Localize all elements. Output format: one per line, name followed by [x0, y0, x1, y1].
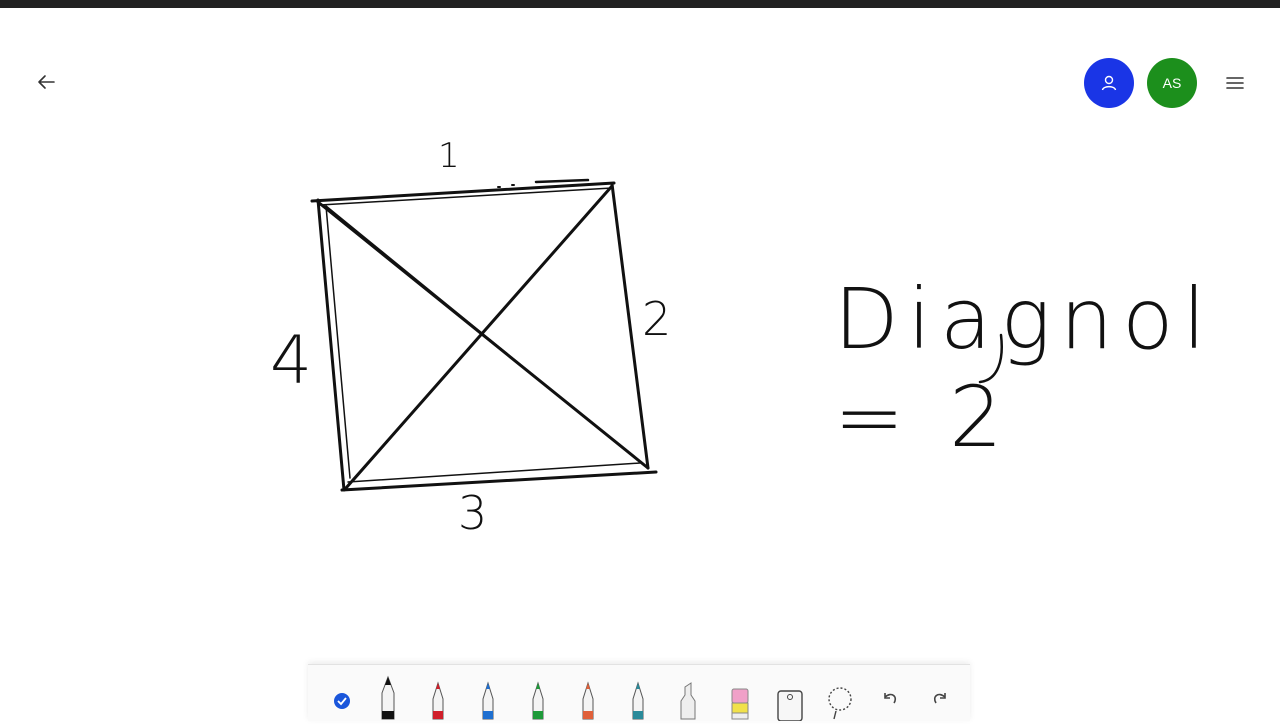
square-bottom-edge — [340, 470, 658, 492]
pen-icon — [424, 671, 452, 721]
tool-undo[interactable] — [870, 671, 910, 721]
pen-icon — [574, 671, 602, 721]
highlighter-icon — [674, 671, 702, 721]
diagonal-equation: Diagnol = 2 — [834, 270, 1215, 466]
pen-toolbar — [308, 664, 970, 722]
side-label-top: 1 — [438, 136, 460, 176]
tool-pen-red[interactable] — [418, 671, 458, 721]
lasso-icon — [826, 671, 854, 721]
undo-icon — [876, 671, 904, 721]
side-label-right: 2 — [642, 292, 672, 346]
square-left-edge — [316, 198, 346, 492]
tool-pen-rainbow[interactable] — [568, 671, 608, 721]
side-label-bottom: 3 — [458, 486, 488, 540]
pen-icon — [474, 671, 502, 721]
tool-highlighter[interactable] — [668, 671, 708, 721]
pen-icon — [374, 671, 402, 721]
tool-pen-green[interactable] — [518, 671, 558, 721]
tool-select-check[interactable] — [322, 671, 362, 721]
tool-pen-galaxy[interactable] — [618, 671, 658, 721]
eraser-icon — [726, 671, 754, 721]
side-label-left: 4 — [270, 322, 312, 399]
whiteboard-canvas[interactable]: 1 4 2 3 Diagnol = 2 — [0, 0, 1280, 720]
ruler-icon — [776, 671, 804, 722]
tool-pen-blue[interactable] — [468, 671, 508, 721]
pen-icon — [624, 671, 652, 721]
checkmark-circle-icon — [328, 671, 356, 721]
square-top-edge — [310, 181, 616, 203]
tool-pen-black[interactable] — [368, 671, 408, 721]
tool-redo[interactable] — [920, 671, 960, 721]
tool-ruler[interactable] — [770, 671, 810, 722]
tool-eraser[interactable] — [720, 671, 760, 721]
redo-icon — [926, 671, 954, 721]
pen-icon — [524, 671, 552, 721]
tool-lasso[interactable] — [820, 671, 860, 721]
